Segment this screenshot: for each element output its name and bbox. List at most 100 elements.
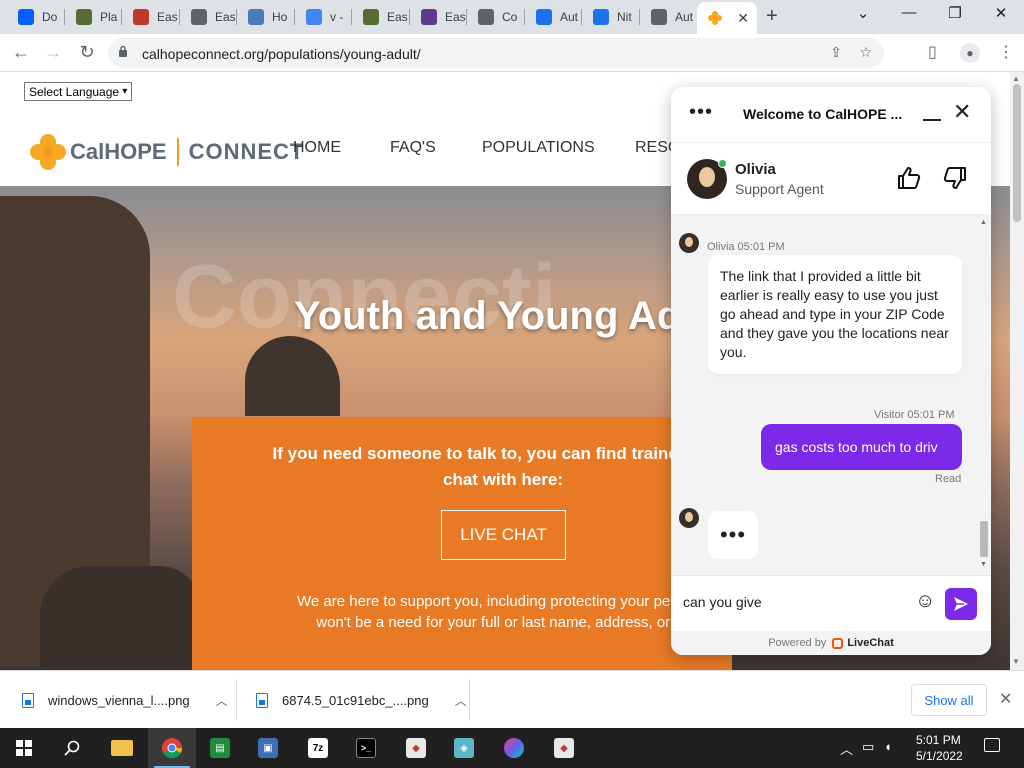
tab-separator [581, 9, 582, 25]
notification-icon[interactable] [984, 738, 1000, 752]
close-window-icon[interactable]: ✕ [986, 4, 1016, 22]
page-scrollbar-thumb[interactable] [1013, 84, 1021, 222]
app-icon-d[interactable]: ◆ [540, 728, 588, 768]
livechat-logo-icon [832, 637, 844, 649]
browser-tab[interactable]: Nit [583, 2, 639, 32]
tab-separator [639, 9, 640, 25]
share-icon[interactable]: ⇪ [830, 44, 842, 61]
message-list[interactable]: Olivia 05:01 PM The link that I provided… [671, 215, 991, 575]
url-text: calhopeconnect.org/populations/young-adu… [142, 46, 421, 62]
computer-app-icon[interactable]: ▣ [244, 728, 292, 768]
tab-separator [294, 9, 295, 25]
download-item[interactable]: 6874.5_01c91ebc_....png ︿ [256, 671, 467, 729]
search-icon[interactable] [48, 728, 96, 768]
chevron-up-icon[interactable]: ︿ [455, 692, 467, 709]
app-icon [421, 9, 437, 25]
browser-tab[interactable]: Do [8, 2, 64, 32]
agent-mini-avatar [679, 233, 699, 253]
browser-tab[interactable]: Eas [353, 2, 409, 32]
thumbs-up-icon[interactable] [897, 167, 921, 195]
browser-menu-icon[interactable]: ⋮ [998, 42, 1014, 62]
visitor-message-meta: Visitor 05:01 PM [874, 409, 955, 421]
chevron-up-icon[interactable]: ︿ [216, 692, 228, 709]
browser-tab[interactable]: Eas [411, 2, 467, 32]
tab-title: Aut [560, 10, 579, 24]
tray-chevron-up-icon[interactable]: ︿ [840, 739, 853, 758]
nav-home[interactable]: HOME [293, 139, 341, 157]
tab-title: Eas [445, 10, 466, 24]
message-input[interactable] [683, 594, 903, 610]
back-icon[interactable]: ← [10, 42, 32, 63]
tab-separator [64, 9, 65, 25]
google-icon [306, 9, 322, 25]
chat-scroll-up-icon[interactable]: ▲ [980, 219, 987, 226]
profile-avatar-icon[interactable]: ● [960, 43, 980, 63]
browser-tab[interactable]: v - [296, 2, 352, 32]
chat-title: Welcome to CalHOPE ... [743, 106, 903, 122]
start-button[interactable] [0, 728, 48, 768]
logo-divider [176, 138, 179, 166]
thumbs-down-icon[interactable] [943, 167, 967, 195]
chat-scrollbar-thumb[interactable] [980, 521, 988, 557]
address-bar[interactable]: calhopeconnect.org/populations/young-adu… [108, 38, 884, 68]
chat-header: ••• Welcome to CalHOPE ... ✕ [671, 87, 991, 143]
network-icon[interactable]: ▭ [862, 739, 874, 755]
close-tab-icon[interactable]: ✕ [737, 10, 749, 27]
browser-tab[interactable]: Aut [526, 2, 582, 32]
app-icon-a[interactable]: ◆ [392, 728, 440, 768]
puzzle-icon [76, 9, 92, 25]
browser-tab[interactable]: Ho [238, 2, 294, 32]
powered-by-footer[interactable]: Powered by LiveChat [671, 631, 991, 655]
terminal-icon[interactable]: >_ [342, 728, 390, 768]
globe-icon [478, 9, 494, 25]
browser-tab[interactable]: Pla [66, 2, 122, 32]
browser-tab[interactable]: Co [468, 2, 524, 32]
app-icon-b[interactable]: ◈ [440, 728, 488, 768]
scroll-up-icon[interactable]: ▲ [1012, 74, 1020, 83]
live-chat-button[interactable]: LIVE CHAT [441, 510, 566, 560]
tab-search-icon[interactable]: ⌄ [848, 4, 878, 22]
language-select[interactable]: Select Language ▾ [24, 82, 133, 101]
page-scrollbar[interactable]: ▲ ▼ [1010, 72, 1024, 670]
app-icon-c[interactable] [490, 728, 538, 768]
tab-title: Eas [387, 10, 408, 24]
scroll-down-icon[interactable]: ▼ [1012, 657, 1020, 666]
restore-window-icon[interactable]: ❐ [940, 4, 970, 22]
tab-title: Aut [675, 10, 694, 24]
flame-icon [593, 9, 609, 25]
chat-scroll-down-icon[interactable]: ▼ [980, 561, 987, 568]
nav-faqs[interactable]: FAQ'S [390, 139, 436, 157]
chat-scrollbar[interactable]: ▲ ▼ [980, 219, 988, 568]
minimize-chat-icon[interactable] [923, 119, 941, 121]
agent-message-meta: Olivia 05:01 PM [707, 241, 785, 253]
download-bar: windows_vienna_l....png ︿ 6874.5_01c91eb… [0, 670, 1024, 728]
lock-icon [119, 45, 127, 57]
tab-active[interactable]: ✕ [697, 2, 757, 34]
new-tab-button[interactable]: + [766, 6, 778, 26]
nav-populations[interactable]: POPULATIONS [482, 139, 595, 157]
file-explorer-icon[interactable] [98, 728, 146, 768]
show-all-downloads-button[interactable]: Show all [911, 684, 987, 716]
brand-calhope: CalHOPE [70, 139, 167, 164]
chat-menu-icon[interactable]: ••• [689, 101, 713, 124]
send-button[interactable] [945, 588, 977, 620]
taskbar-clock[interactable]: 5:01 PM 5/1/2022 [916, 732, 963, 764]
browser-tab[interactable]: Eas [123, 2, 179, 32]
emoji-icon[interactable]: ☺ [915, 590, 935, 613]
close-chat-icon[interactable]: ✕ [953, 99, 971, 125]
browser-tab[interactable]: Aut [641, 2, 697, 32]
download-divider [236, 679, 237, 721]
reload-icon[interactable]: ↻ [76, 42, 98, 63]
download-item[interactable]: windows_vienna_l....png ︿ [22, 671, 228, 729]
sheets-app-icon[interactable]: ▤ [196, 728, 244, 768]
chrome-taskbar-icon[interactable] [148, 728, 196, 768]
browser-tab[interactable]: Eas [181, 2, 237, 32]
volume-icon[interactable]: ◖ [884, 739, 892, 754]
7zip-icon[interactable]: 7z [294, 728, 342, 768]
calhope-connect-logo[interactable]: CalHOPE CONNECT [30, 134, 304, 170]
bookmark-star-icon[interactable]: ☆ [859, 44, 872, 61]
side-panel-icon[interactable]: ▯ [928, 42, 937, 62]
close-download-bar-icon[interactable]: ✕ [999, 689, 1012, 709]
minimize-window-icon[interactable]: — [894, 4, 924, 21]
forward-icon[interactable]: → [42, 42, 64, 63]
